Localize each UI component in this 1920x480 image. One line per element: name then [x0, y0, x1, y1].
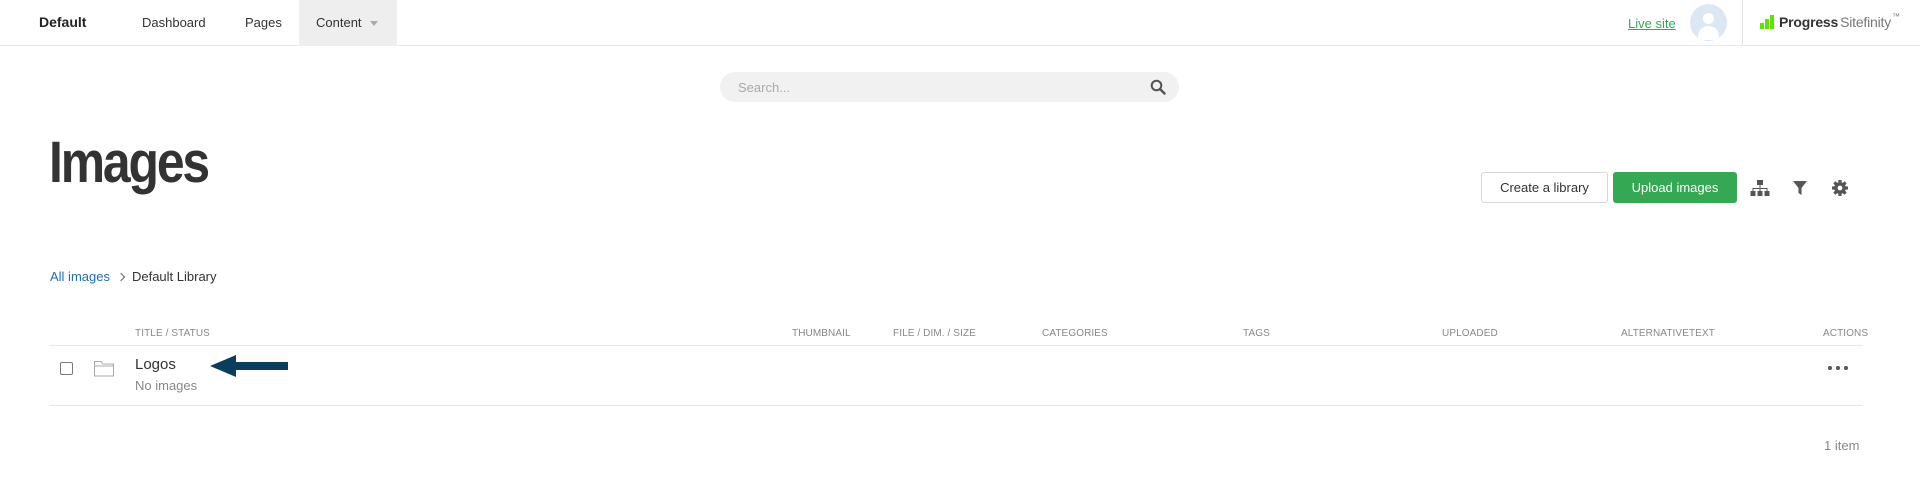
column-header-thumbnail: THUMBNAIL	[792, 328, 851, 339]
nav-item-pages[interactable]: Pages	[245, 0, 282, 46]
column-header-title-status: TITLE / STATUS	[135, 328, 210, 339]
top-navigation-bar: Default Dashboard Pages Content Live sit…	[0, 0, 1920, 46]
row-title-link[interactable]: Logos	[135, 356, 176, 373]
row-checkbox[interactable]	[60, 362, 73, 375]
column-header-uploaded: UPLOADED	[1442, 328, 1498, 339]
column-header-tags: TAGS	[1243, 328, 1270, 339]
page-title: Images	[49, 130, 210, 195]
live-site-link[interactable]: Live site	[1628, 16, 1676, 31]
annotation-arrow-icon	[210, 355, 288, 377]
brand-name: Progress	[1779, 14, 1839, 30]
column-header-actions: ACTIONS	[1823, 328, 1869, 339]
progress-logo-icon	[1760, 15, 1776, 29]
site-selector[interactable]: Default	[39, 14, 86, 30]
brand-trademark: ™	[1892, 12, 1900, 21]
divider	[49, 345, 1863, 346]
brand-product: Sitefinity	[1840, 14, 1892, 30]
search-box	[720, 72, 1179, 102]
search-input[interactable]	[720, 72, 1140, 102]
filter-icon[interactable]	[1789, 177, 1811, 199]
chevron-down-icon	[369, 21, 378, 27]
divider	[49, 405, 1863, 406]
more-actions-icon[interactable]	[1826, 362, 1850, 374]
avatar[interactable]	[1690, 4, 1727, 41]
create-library-button[interactable]: Create a library	[1481, 172, 1608, 203]
user-icon-body	[1698, 26, 1719, 40]
upload-images-button[interactable]: Upload images	[1613, 172, 1737, 203]
nav-item-content[interactable]: Content	[299, 0, 397, 46]
divider	[1742, 0, 1743, 46]
breadcrumb-all-images[interactable]: All images	[50, 269, 110, 284]
brand-logo: Progress Sitefinity ™	[1760, 12, 1900, 32]
column-header-categories: CATEGORIES	[1042, 328, 1108, 339]
user-icon	[1703, 13, 1714, 24]
search-icon[interactable]	[1150, 79, 1166, 95]
chevron-right-icon	[116, 272, 126, 281]
nav-item-content-label: Content	[316, 15, 362, 30]
item-count: 1 item	[1824, 438, 1860, 453]
nav-item-dashboard[interactable]: Dashboard	[142, 0, 206, 46]
column-header-alternativetext: ALTERNATIVETEXT	[1621, 328, 1715, 339]
gear-icon[interactable]	[1829, 177, 1851, 199]
row-status: No images	[135, 378, 198, 393]
column-header-file: FILE / DIM. / SIZE	[893, 328, 976, 339]
hierarchy-icon[interactable]	[1749, 177, 1771, 199]
breadcrumb-current: Default Library	[131, 269, 217, 284]
breadcrumb: All images Default Library	[50, 269, 217, 284]
folder-icon	[94, 361, 114, 377]
